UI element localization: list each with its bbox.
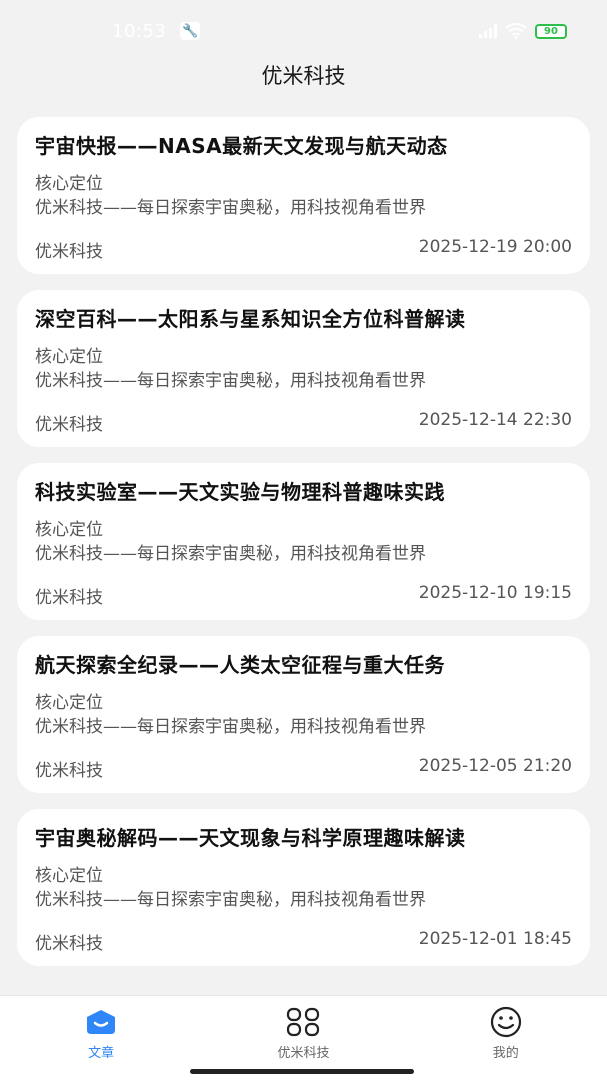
wrench-icon: 🔧 — [180, 22, 201, 40]
article-card[interactable]: 宇宙快报——NASA最新天文发现与航天动态 核心定位 优米科技——每日探索宇宙奥… — [17, 117, 590, 274]
article-footer: 优米科技 2025-12-14 22:30 — [35, 410, 572, 435]
article-description: 优米科技——每日探索宇宙奥秘，用科技视角看世界 — [35, 198, 426, 218]
article-author: 优米科技 — [35, 761, 103, 781]
article-footer: 优米科技 2025-12-01 18:45 — [35, 929, 572, 954]
article-subtitle: 核心定位 — [35, 174, 103, 194]
article-date: 2025-12-10 19:15 — [418, 583, 572, 603]
page-header: 优米科技 — [0, 52, 607, 98]
article-date: 2025-12-05 21:20 — [418, 756, 572, 776]
article-title: 科技实验室——天文实验与物理科普趣味实践 — [35, 480, 445, 504]
smiley-face-icon — [488, 1006, 524, 1038]
article-date: 2025-12-01 18:45 — [418, 929, 572, 949]
status-icons: 90 — [479, 23, 567, 39]
tab-label: 我的 — [492, 1046, 519, 1061]
article-author: 优米科技 — [35, 588, 103, 608]
article-title: 宇宙奥秘解码——天文现象与科学原理趣味解读 — [35, 826, 466, 850]
article-subtitle: 核心定位 — [35, 520, 103, 540]
article-card[interactable]: 科技实验室——天文实验与物理科普趣味实践 核心定位 优米科技——每日探索宇宙奥秘… — [17, 463, 590, 620]
status-time: 10:53 — [112, 20, 167, 42]
article-subtitle: 核心定位 — [35, 866, 103, 886]
cellular-signal-icon — [479, 24, 497, 38]
article-card[interactable]: 宇宙奥秘解码——天文现象与科学原理趣味解读 核心定位 优米科技——每日探索宇宙奥… — [17, 809, 590, 966]
page-title: 优米科技 — [261, 64, 346, 88]
article-list: 宇宙快报——NASA最新天文发现与航天动态 核心定位 优米科技——每日探索宇宙奥… — [17, 117, 590, 982]
tab-articles[interactable]: 文章 — [21, 1006, 181, 1061]
article-date: 2025-12-19 20:00 — [418, 237, 572, 257]
apps-grid-icon — [285, 1006, 321, 1038]
tab-youmi[interactable]: 优米科技 — [223, 1006, 383, 1061]
article-icon — [83, 1006, 119, 1038]
article-title: 宇宙快报——NASA最新天文发现与航天动态 — [35, 134, 448, 158]
article-author: 优米科技 — [35, 415, 103, 435]
article-footer: 优米科技 2025-12-19 20:00 — [35, 237, 572, 262]
tab-label: 优米科技 — [277, 1046, 330, 1061]
article-description: 优米科技——每日探索宇宙奥秘，用科技视角看世界 — [35, 717, 426, 737]
article-author: 优米科技 — [35, 934, 103, 954]
wifi-icon — [505, 23, 527, 39]
article-card[interactable]: 深空百科——太阳系与星系知识全方位科普解读 核心定位 优米科技——每日探索宇宙奥… — [17, 290, 590, 447]
article-card[interactable]: 航天探索全纪录——人类太空征程与重大任务 核心定位 优米科技——每日探索宇宙奥秘… — [17, 636, 590, 793]
article-author: 优米科技 — [35, 242, 103, 262]
article-description: 优米科技——每日探索宇宙奥秘，用科技视角看世界 — [35, 371, 426, 391]
article-title: 深空百科——太阳系与星系知识全方位科普解读 — [35, 307, 466, 331]
tab-me[interactable]: 我的 — [426, 1006, 586, 1061]
article-description: 优米科技——每日探索宇宙奥秘，用科技视角看世界 — [35, 544, 426, 564]
article-description: 优米科技——每日探索宇宙奥秘，用科技视角看世界 — [35, 890, 426, 910]
article-subtitle: 核心定位 — [35, 693, 103, 713]
article-footer: 优米科技 2025-12-10 19:15 — [35, 583, 572, 608]
home-indicator[interactable] — [190, 1069, 414, 1074]
article-footer: 优米科技 2025-12-05 21:20 — [35, 756, 572, 781]
article-title: 航天探索全纪录——人类太空征程与重大任务 — [35, 653, 445, 677]
tab-label: 文章 — [88, 1046, 115, 1061]
bottom-tab-bar: 文章 优米科技 我的 — [0, 995, 607, 1080]
battery-icon: 90 — [535, 23, 567, 39]
article-subtitle: 核心定位 — [35, 347, 103, 367]
article-date: 2025-12-14 22:30 — [418, 410, 572, 430]
